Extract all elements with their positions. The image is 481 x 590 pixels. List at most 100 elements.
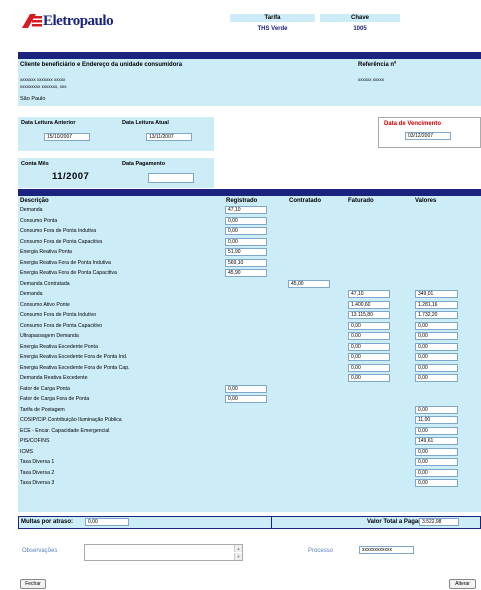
valores-field[interactable]: 0,00 — [415, 342, 458, 351]
row-label: Energia Reativa Excedente Fora de Ponta … — [20, 354, 128, 360]
row-label: Tarifa de Postagem — [20, 406, 65, 413]
col-registrado: Registrado — [226, 198, 258, 204]
row-label: Consumo Fora de Ponta Indutivo — [20, 312, 97, 318]
cliente-city: São Paulo — [20, 96, 46, 102]
faturado-field[interactable]: 47,10 — [348, 290, 390, 298]
vencimento-label: Data de Vencimento — [384, 121, 442, 127]
row-label: Demanda Reativa Excedente — [20, 375, 88, 381]
registrado-field[interactable]: 0,00 — [225, 216, 267, 225]
col-valores: Valores — [415, 198, 437, 204]
cliente-name: xxxxxxx xxxxxxx xxxxx — [20, 77, 66, 82]
valores-field[interactable]: 0,00 — [415, 479, 458, 487]
conta-mes-label: Conta Mês — [21, 161, 49, 167]
scroll-down-icon[interactable]: ▼ — [234, 553, 242, 560]
registrado-field[interactable]: 51,90 — [225, 248, 267, 256]
valores-field[interactable]: 0,00 — [415, 447, 458, 456]
row-label: Energia Reativa Fora de Ponta Capacitiva — [20, 270, 117, 276]
multas-field[interactable]: 0,00 — [85, 518, 129, 526]
leitura-anterior-label: Data Leitura Anterior — [21, 120, 76, 126]
registrado-field[interactable]: 0,00 — [225, 237, 267, 246]
eletropaulo-logo-icon — [22, 14, 42, 28]
row-label: Energia Reativa Excedente Ponta — [20, 343, 98, 350]
header-divider — [18, 52, 481, 59]
valores-field[interactable]: 0,00 — [415, 468, 458, 477]
registrado-field[interactable]: 569,10 — [225, 258, 267, 267]
totals-separator — [271, 516, 272, 529]
row-label: Demanda Contratada — [20, 280, 70, 287]
alterar-button[interactable]: Alterar — [449, 579, 476, 589]
leitura-atual-label: Data Leitura Atual — [122, 120, 169, 126]
fechar-button[interactable]: Fechar — [20, 579, 46, 589]
valores-field[interactable]: 0,00 — [415, 353, 458, 361]
row-label: ICMS — [20, 448, 33, 455]
col-contratado: Contratado — [289, 198, 321, 204]
leitura-atual-field[interactable]: 13/11/2007 — [146, 133, 192, 141]
valores-field[interactable]: 1.732,20 — [415, 311, 458, 319]
scroll-up-icon[interactable]: ▲ — [234, 545, 242, 552]
contratado-field[interactable]: 45,00 — [288, 279, 330, 288]
tarifa-label: Tarifa — [264, 15, 281, 21]
total-label: Valor Total a Pagar: — [367, 519, 423, 525]
faturado-field[interactable]: 1.400,60 — [348, 300, 390, 309]
valores-field[interactable]: 0,00 — [415, 374, 458, 382]
valores-field[interactable]: 0,00 — [415, 458, 458, 466]
brand-name: Eletropaulo — [43, 13, 114, 29]
chave-value: 1005 — [353, 26, 367, 32]
row-label: Taxa Diversa 3 — [20, 480, 55, 486]
tarifa-value: THS Verde — [257, 26, 288, 32]
conta-mes-value: 11/2007 — [52, 171, 90, 182]
referencia-label: Referência nº — [358, 62, 397, 68]
total-field[interactable]: 3.522,98 — [419, 518, 459, 526]
valores-field[interactable]: 0,00 — [415, 332, 458, 340]
row-label: COSIP/CIP Contribuição Iluminação Públic… — [20, 417, 122, 423]
valores-field[interactable]: 0,00 — [415, 405, 458, 414]
observacoes-textarea[interactable] — [84, 544, 243, 561]
faturado-field[interactable]: 13.115,80 — [348, 311, 390, 319]
faturado-field[interactable]: 0,00 — [348, 353, 390, 361]
faturado-field[interactable]: 0,00 — [348, 321, 390, 330]
faturado-field[interactable]: 0,00 — [348, 342, 390, 351]
valores-field[interactable]: 0,00 — [415, 321, 458, 330]
vencimento-field[interactable]: 03/12/2007 — [405, 132, 451, 140]
row-label: Consumo Fora de Ponta Capacitiva — [20, 238, 103, 245]
registrado-field[interactable]: 0,00 — [225, 384, 267, 393]
valores-field[interactable]: 1.281,16 — [415, 300, 458, 309]
cliente-section-title: Cliente beneficiário e Endereço da unida… — [20, 62, 183, 68]
row-label: Taxa Diversa 2 — [20, 469, 55, 476]
faturado-field[interactable]: 0,00 — [348, 374, 390, 382]
cliente-address: xxxxxxxxx xxxxxxx, xxx — [20, 84, 67, 89]
faturado-field[interactable]: 0,00 — [348, 363, 390, 372]
row-label: Consumo Ativo Ponte — [20, 301, 70, 308]
row-label: Demanda — [20, 207, 43, 213]
row-label: Demanda — [20, 291, 43, 297]
col-faturado: Faturado — [348, 198, 374, 204]
col-descricao: Descrição — [20, 198, 49, 204]
registrado-field[interactable]: 0,00 — [225, 227, 267, 235]
valores-field[interactable]: 11,00 — [415, 416, 458, 424]
table-divider — [18, 189, 481, 196]
data-pagamento-label: Data Pagamento — [122, 161, 166, 167]
leitura-anterior-field[interactable]: 15/10/2007 — [44, 133, 90, 141]
referencia-value: xxxxxx xxxxx — [358, 77, 385, 82]
registrado-field[interactable]: 45,90 — [225, 269, 267, 277]
registrado-field[interactable]: 0,00 — [225, 395, 267, 403]
valores-field[interactable]: 0,00 — [415, 363, 458, 372]
row-label: Consumo Fora de Ponta Capacitivo — [20, 322, 103, 329]
multas-label: Multas por atraso: — [21, 519, 74, 525]
data-pagamento-field[interactable] — [148, 173, 194, 183]
registrado-field[interactable]: 47,10 — [225, 206, 267, 214]
row-label: Ultrapassagem Demanda — [20, 333, 79, 339]
valores-field[interactable]: 349,01 — [415, 290, 458, 298]
row-label: Taxa Diversa 1 — [20, 459, 55, 465]
row-label: Energia Reativa Excedente Fora de Ponta … — [20, 364, 130, 371]
row-label: Consumo Fora de Ponta Indutiva — [20, 228, 97, 234]
chave-label: Chave — [350, 15, 369, 21]
processo-field[interactable]: xxxxxxxxxxxx — [359, 546, 414, 554]
row-label: ECE - Encar. Capacidade Emergencial — [20, 427, 110, 434]
row-label: Fator de Carga Fora de Ponta — [20, 396, 90, 402]
faturado-field[interactable]: 0,00 — [348, 332, 390, 340]
row-label: Consumo Ponta — [20, 217, 58, 224]
valores-field[interactable]: 149,61 — [415, 437, 458, 445]
row-label: Energia Reativa Fora de Ponta Indutiva — [20, 259, 111, 266]
valores-field[interactable]: 0,00 — [415, 426, 458, 435]
